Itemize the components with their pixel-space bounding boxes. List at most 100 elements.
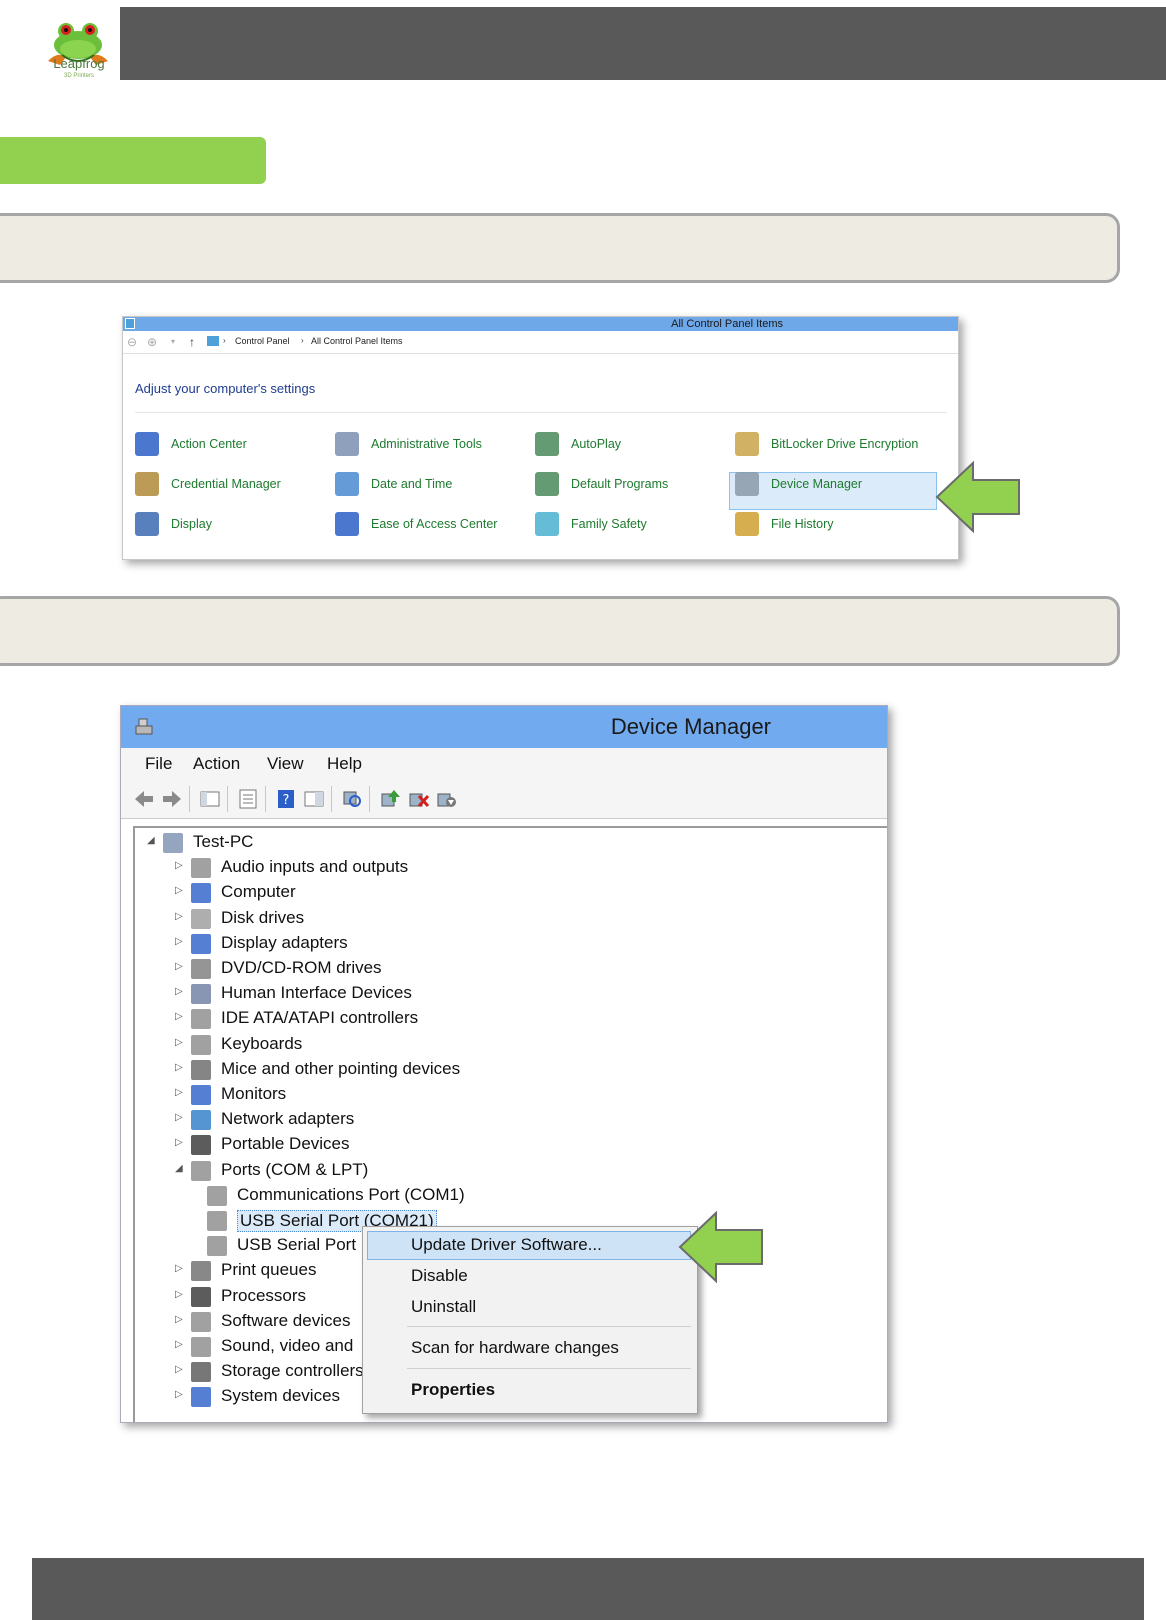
cp-item-administrative-tools[interactable]: Administrative Tools bbox=[335, 429, 535, 459]
help-icon[interactable]: ? bbox=[275, 788, 297, 810]
disable-device-icon[interactable] bbox=[407, 788, 429, 810]
cp-item-default-programs[interactable]: Default Programs bbox=[535, 469, 735, 499]
collapsed-arrow-icon[interactable]: ▷ bbox=[175, 1289, 183, 1300]
breadcrumb-control-panel[interactable]: Control Panel bbox=[235, 336, 290, 346]
cp-item-file-history[interactable]: File History bbox=[735, 509, 935, 539]
recent-dropdown-icon[interactable]: ▾ bbox=[171, 331, 175, 353]
tree-category[interactable]: ▷ Disk drives bbox=[175, 906, 835, 932]
cp-item-bitlocker-drive-encryption[interactable]: BitLocker Drive Encryption bbox=[735, 429, 935, 459]
tree-category[interactable]: ▷ IDE ATA/ATAPI controllers bbox=[175, 1006, 835, 1032]
menu-item-update-driver[interactable]: Update Driver Software... bbox=[411, 1231, 602, 1259]
tree-item-label: Test-PC bbox=[193, 832, 254, 851]
tree-item-label: System devices bbox=[221, 1386, 341, 1406]
tree-item-label: Software devices bbox=[221, 1310, 351, 1330]
section-tab bbox=[0, 137, 266, 184]
header-bar bbox=[120, 7, 1166, 80]
flag-icon bbox=[135, 432, 159, 456]
tree-root[interactable]: ◢ Test-PC bbox=[147, 830, 835, 856]
tree-item-label: Sound, video and bbox=[221, 1336, 354, 1355]
cp-item-credential-manager[interactable]: Credential Manager bbox=[135, 469, 335, 499]
device-manager-icon bbox=[735, 472, 759, 496]
collapsed-arrow-icon[interactable]: ▷ bbox=[175, 911, 183, 922]
collapsed-arrow-icon[interactable]: ▷ bbox=[175, 1087, 183, 1098]
tree-item-label: Computer bbox=[221, 882, 296, 902]
view-pane-icon[interactable] bbox=[303, 788, 325, 810]
up-icon[interactable]: ↑ bbox=[189, 335, 195, 349]
tree-category[interactable]: ▷ Mice and other pointing devices bbox=[175, 1057, 835, 1083]
tree-category[interactable]: ▷ Human Interface Devices bbox=[175, 981, 835, 1007]
show-hide-tree-icon[interactable] bbox=[199, 788, 221, 810]
collapsed-arrow-icon[interactable]: ▷ bbox=[175, 860, 183, 871]
device-icon bbox=[191, 933, 211, 954]
collapsed-arrow-icon[interactable]: ▷ bbox=[175, 1314, 183, 1325]
menu-help[interactable]: Help bbox=[327, 754, 362, 774]
cp-item-device-manager[interactable]: Device Manager bbox=[735, 469, 935, 499]
menu-item-properties[interactable]: Properties bbox=[411, 1376, 495, 1404]
breadcrumb-all-items[interactable]: All Control Panel Items bbox=[311, 336, 403, 346]
device-icon bbox=[163, 833, 183, 853]
back-icon[interactable]: ⊖ bbox=[127, 331, 137, 353]
collapsed-arrow-icon[interactable]: ▷ bbox=[175, 1037, 183, 1048]
tree-category[interactable]: ◢ Ports (COM & LPT) bbox=[175, 1158, 835, 1184]
cp-item-action-center[interactable]: Action Center bbox=[135, 429, 335, 459]
collapsed-arrow-icon[interactable]: ▷ bbox=[175, 1011, 183, 1022]
forward-arrow-icon[interactable] bbox=[161, 788, 183, 810]
scan-hardware-icon[interactable] bbox=[341, 788, 363, 810]
pointer-arrow-icon-2 bbox=[678, 1210, 763, 1284]
collapsed-arrow-icon[interactable]: ▷ bbox=[175, 986, 183, 997]
cp-item-family-safety[interactable]: Family Safety bbox=[535, 509, 735, 539]
tree-category[interactable]: ▷ Portable Devices bbox=[175, 1132, 835, 1158]
menu-item-scan-hardware[interactable]: Scan for hardware changes bbox=[411, 1334, 619, 1362]
cp-item-label: Display bbox=[171, 517, 212, 531]
tree-category[interactable]: ▷ Monitors bbox=[175, 1082, 835, 1108]
cp-item-ease-of-access-center[interactable]: Ease of Access Center bbox=[335, 509, 535, 539]
collapsed-arrow-icon[interactable]: ▷ bbox=[175, 1112, 183, 1123]
menu-action[interactable]: Action bbox=[193, 754, 240, 774]
back-arrow-icon[interactable] bbox=[133, 788, 155, 810]
tree-item-label: Disk drives bbox=[221, 907, 305, 927]
default-programs-icon bbox=[535, 472, 559, 496]
tree-item-label: Mice and other pointing devices bbox=[221, 1058, 461, 1078]
cp-item-autoplay[interactable]: AutoPlay bbox=[535, 429, 735, 459]
tree-category[interactable]: ▷ Network adapters bbox=[175, 1107, 835, 1133]
expanded-arrow-icon[interactable]: ◢ bbox=[175, 1163, 183, 1174]
collapsed-arrow-icon[interactable]: ▷ bbox=[175, 1263, 183, 1274]
properties-icon[interactable] bbox=[237, 788, 259, 810]
update-driver-icon[interactable] bbox=[379, 788, 401, 810]
ease-access-icon bbox=[335, 512, 359, 536]
collapsed-arrow-icon[interactable]: ▷ bbox=[175, 1137, 183, 1148]
device-icon bbox=[191, 959, 211, 979]
collapsed-arrow-icon[interactable]: ▷ bbox=[175, 1364, 183, 1375]
uninstall-device-icon[interactable] bbox=[435, 788, 457, 810]
tree-child-item[interactable]: Communications Port (COM1) bbox=[203, 1183, 835, 1209]
cp-item-date-and-time[interactable]: Date and Time bbox=[335, 469, 535, 499]
tree-item-label: Print queues bbox=[221, 1260, 317, 1280]
collapsed-arrow-icon[interactable]: ▷ bbox=[175, 936, 183, 947]
tree-category[interactable]: ▷ Audio inputs and outputs bbox=[175, 855, 835, 881]
cp-item-display[interactable]: Display bbox=[135, 509, 335, 539]
tree-item-label: IDE ATA/ATAPI controllers bbox=[221, 1008, 419, 1028]
cp-address-bar[interactable]: ⊖ ⊕ ▾ ↑ › Control Panel › All Control Pa… bbox=[123, 331, 958, 354]
menu-view[interactable]: View bbox=[267, 754, 304, 774]
collapsed-arrow-icon[interactable]: ▷ bbox=[175, 885, 183, 896]
tree-category[interactable]: ▷ Keyboards bbox=[175, 1032, 835, 1058]
collapsed-arrow-icon[interactable]: ▷ bbox=[175, 961, 183, 972]
expanded-arrow-icon[interactable]: ◢ bbox=[147, 835, 155, 846]
device-icon bbox=[191, 1034, 211, 1055]
device-icon bbox=[191, 1059, 211, 1080]
control-panel-small-icon bbox=[207, 336, 219, 346]
tree-category[interactable]: ▷ Computer bbox=[175, 880, 835, 906]
tree-category[interactable]: ▷ Display adapters bbox=[175, 931, 835, 957]
collapsed-arrow-icon[interactable]: ▷ bbox=[175, 1389, 183, 1400]
menu-file[interactable]: File bbox=[145, 754, 172, 774]
tree-category[interactable]: ▷ DVD/CD-ROM drives bbox=[175, 956, 835, 982]
cp-heading: Adjust your computer's settings bbox=[135, 381, 316, 396]
collapsed-arrow-icon[interactable]: ▷ bbox=[175, 1062, 183, 1073]
menu-item-disable[interactable]: Disable bbox=[411, 1262, 468, 1290]
device-icon bbox=[207, 1211, 227, 1231]
bitlocker-icon bbox=[735, 432, 759, 456]
collapsed-arrow-icon[interactable]: ▷ bbox=[175, 1339, 183, 1350]
menu-item-uninstall[interactable]: Uninstall bbox=[411, 1293, 476, 1321]
cp-item-label: Family Safety bbox=[571, 517, 647, 531]
forward-icon[interactable]: ⊕ bbox=[147, 331, 157, 353]
